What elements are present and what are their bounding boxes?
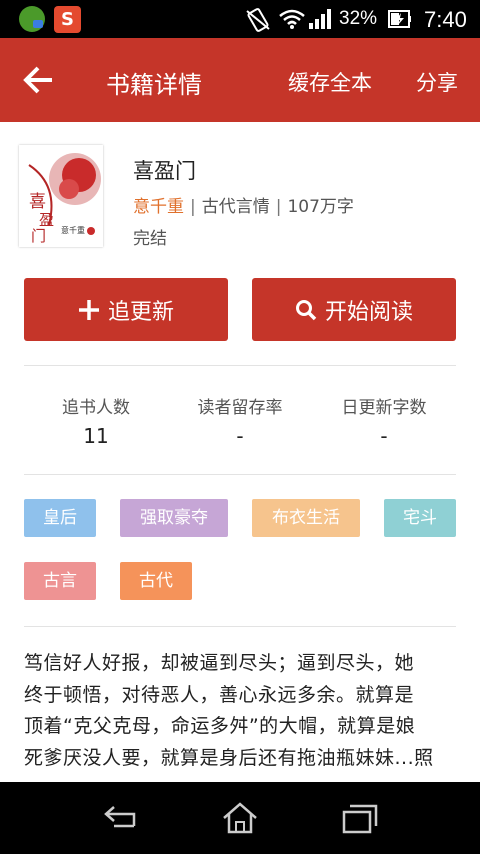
start-reading-button[interactable]: 开始阅读 <box>252 278 456 341</box>
description-line: 死爹厌没人要，就算是身后还有拖油瓶妹妹...照 <box>24 746 434 769</box>
svg-text:喜: 喜 <box>29 192 46 212</box>
book-author[interactable]: 意千重 <box>133 197 184 217</box>
battery-percent: 32% <box>339 8 378 29</box>
home-icon[interactable] <box>220 800 260 836</box>
book-category: 古代言情 <box>201 197 270 217</box>
stat-label: 读者留存率 <box>197 398 283 418</box>
book-cover: 喜 盈 门 意千重 <box>19 145 103 247</box>
search-icon <box>295 299 317 320</box>
clock: 7:40 <box>424 7 467 32</box>
divider <box>24 626 456 627</box>
start-reading-label: 开始阅读 <box>324 299 413 325</box>
tag-item[interactable]: 古代 <box>120 562 192 600</box>
tag-item[interactable]: 强取豪夺 <box>120 499 228 537</box>
cache-all-button[interactable]: 缓存全本 <box>288 67 372 97</box>
meta-separator: | <box>190 197 196 217</box>
notification-app-icon <box>19 6 45 32</box>
recent-apps-icon[interactable] <box>340 800 380 836</box>
follow-updates-label: 追更新 <box>107 299 174 325</box>
cover-art: 喜 盈 门 意千重 <box>19 145 103 247</box>
page-title: 书籍详情 <box>106 71 202 99</box>
book-status: 完结 <box>133 229 167 249</box>
tag-item[interactable]: 布衣生活 <box>252 499 360 537</box>
tag-item[interactable]: 宅斗 <box>384 499 456 537</box>
stat-retention: 读者留存率 - <box>160 393 320 448</box>
description-line: 笃信好人好报，却被逼到尽头；逼到尽头，她 <box>24 652 415 674</box>
stat-value: - <box>236 424 244 448</box>
meta-separator: | <box>275 197 282 217</box>
tag-item[interactable]: 古言 <box>24 562 96 600</box>
back-nav-icon[interactable] <box>100 800 140 836</box>
share-button[interactable]: 分享 <box>416 67 458 97</box>
book-description: 笃信好人好报，却被逼到尽头；逼到尽头，她 终于顿悟，对待恶人，善心永远多余。就算… <box>24 648 460 774</box>
divider <box>24 365 456 366</box>
sogou-input-icon: S <box>54 6 81 33</box>
book-word-count: 107万字 <box>287 197 354 217</box>
svg-text:门: 门 <box>31 227 46 245</box>
description-line: 顶着“克父克母，命运多舛”的大帽，就算是娘 <box>24 715 416 737</box>
signal-icon <box>309 9 331 29</box>
stat-daily-words: 日更新字数 - <box>304 393 464 448</box>
description-line: 终于顿悟，对待恶人，善心永远多余。就算是 <box>24 683 415 706</box>
stat-label: 日更新字数 <box>341 398 427 418</box>
stat-value: 11 <box>83 424 109 448</box>
battery-charging-icon <box>388 10 411 28</box>
status-bar: S 32% 7:40 <box>0 0 480 38</box>
vibrate-icon <box>246 8 270 32</box>
plus-icon <box>78 299 99 320</box>
tag-item[interactable]: 皇后 <box>24 499 96 537</box>
system-nav-bar <box>0 782 480 854</box>
svg-text:意千重: 意千重 <box>61 225 85 235</box>
stat-value: - <box>380 424 388 448</box>
app-header: 书籍详情 缓存全本 分享 <box>0 38 480 122</box>
stat-label: 追书人数 <box>62 398 130 418</box>
stat-followers: 追书人数 11 <box>16 393 176 448</box>
divider <box>24 474 456 475</box>
wifi-icon <box>279 9 305 29</box>
follow-updates-button[interactable]: 追更新 <box>24 278 228 341</box>
book-meta: 意千重 | 古代言情 | 107万字 <box>133 192 354 217</box>
back-arrow-icon[interactable] <box>22 64 56 96</box>
book-title: 喜盈门 <box>133 159 196 183</box>
